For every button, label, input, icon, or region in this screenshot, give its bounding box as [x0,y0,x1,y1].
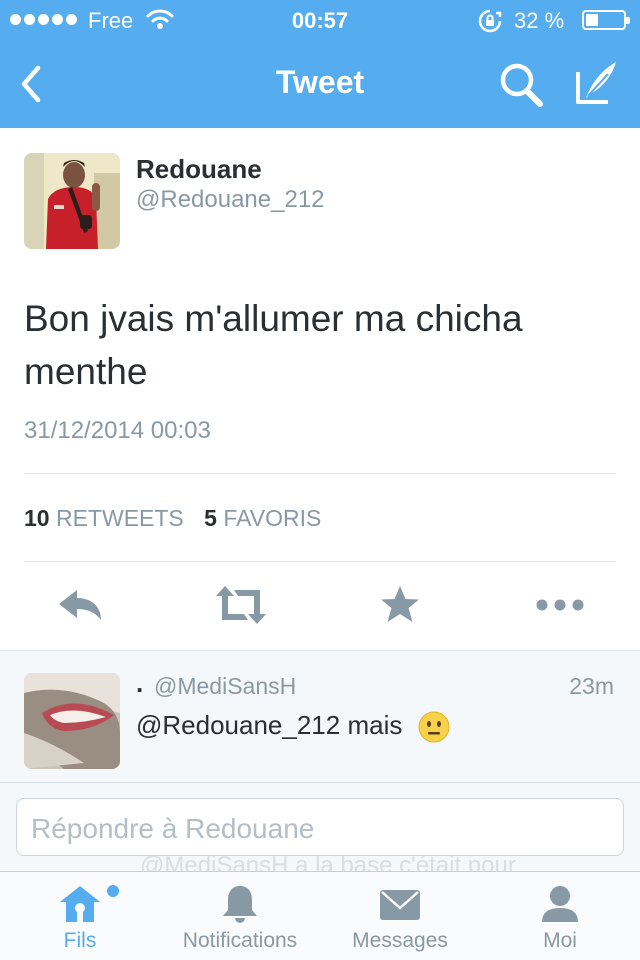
reply-author-handle[interactable]: @MediSansH [154,673,296,700]
reply-avatar[interactable] [24,673,120,769]
notification-dot [107,885,119,897]
favorite-label[interactable]: FAVORIS [223,505,321,531]
reply-icon[interactable] [55,584,105,626]
more-dots-icon[interactable] [534,584,586,626]
tab-notifications[interactable]: Notifications [160,872,320,960]
profile-icon [542,886,578,922]
tab-label: Messages [352,929,448,952]
divider [24,561,616,562]
reply-input-placeholder: Répondre à Redouane [31,813,315,844]
tab-bar: Fils Notifications Messages Moi [0,871,640,960]
battery-icon [582,10,630,30]
divider [0,782,640,783]
tab-messages[interactable]: Messages [320,872,480,960]
search-icon[interactable] [496,60,548,110]
envelope-icon [380,890,420,920]
retweet-label[interactable]: RETWEETS [56,505,184,531]
reply-author-name[interactable]: . [136,668,143,699]
tab-label: Moi [543,929,577,952]
app-header: Free 00:57 32 % Tweet [0,0,640,128]
favorite-count[interactable]: 5 [204,505,217,531]
neutral-face-emoji-icon [418,711,450,743]
reply-input[interactable]: Répondre à Redouane [16,798,624,856]
tweet-detail-screen: Free 00:57 32 % Tweet Redouane @Redouane… [0,0,640,960]
tweet-text: Bon jvais m'allumer ma chicha menthe [24,298,523,392]
tab-profile[interactable]: Moi [480,872,640,960]
battery-percent: 32 % [514,8,565,33]
favorite-star-icon[interactable] [378,584,422,626]
bell-icon [223,886,257,923]
rotation-lock-icon [478,9,502,33]
tweet-timestamp: 31/12/2014 00:03 [24,417,211,444]
reply-timestamp: 23m [569,673,614,699]
author-avatar[interactable] [24,153,120,249]
compose-icon[interactable] [572,58,620,108]
retweet-icon[interactable] [214,584,268,626]
tab-home[interactable]: Fils [0,872,160,960]
tab-label: Notifications [182,929,298,952]
divider [24,473,616,474]
reply-text-content: @Redouane_212 mais [136,710,403,740]
author-handle[interactable]: @Redouane_212 [136,186,325,214]
tab-label: Fils [63,929,97,952]
retweet-count[interactable]: 10 [24,505,50,531]
tweet-stats: 10 RETWEETS 5 FAVORIS [24,505,321,532]
home-icon [60,886,100,922]
author-name[interactable]: Redouane [136,154,262,185]
reply-text: @Redouane_212 mais [136,710,450,743]
